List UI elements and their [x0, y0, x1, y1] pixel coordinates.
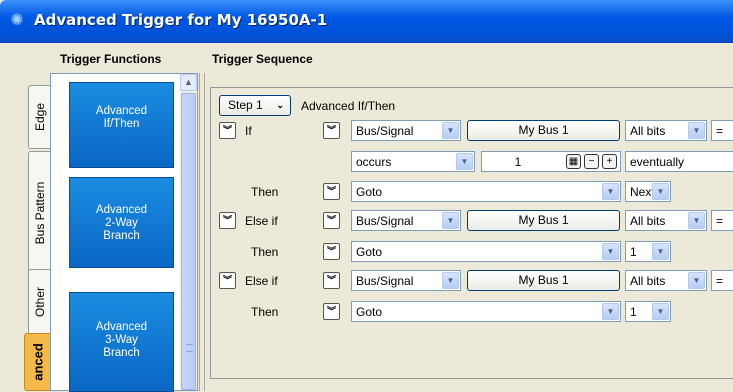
bits-select[interactable]: All bits ▼: [625, 120, 707, 141]
scroll-thumb[interactable]: [181, 93, 196, 390]
source-select[interactable]: Bus/Signal ▼: [351, 270, 461, 291]
function-advanced-3-way-branch[interactable]: Advanced 3-Way Branch: [69, 292, 174, 392]
function-advanced-if-then[interactable]: Advanced If/Then: [69, 82, 174, 168]
tab-label: Edge: [32, 102, 47, 132]
plus-icon[interactable]: +: [602, 154, 617, 169]
then-label: Then: [251, 245, 279, 259]
action-select[interactable]: Goto ▼: [351, 181, 621, 202]
function-label: Branch: [103, 347, 140, 359]
dropdown-arrow-icon: ▼: [688, 212, 705, 229]
double-chevron-down-icon[interactable]: ︾: [323, 212, 340, 229]
double-chevron-down-icon[interactable]: ︾: [323, 183, 340, 200]
tab-edge[interactable]: Edge: [28, 85, 50, 149]
double-chevron-down-icon[interactable]: ︾: [323, 243, 340, 260]
source-select[interactable]: Bus/Signal ▼: [351, 120, 461, 141]
tab-advanced[interactable]: anced: [24, 333, 50, 391]
scroll-up-arrow-icon[interactable]: ▲: [180, 74, 197, 91]
chevron-down-icon: ⌄: [276, 100, 284, 110]
double-chevron-down-icon[interactable]: ︾: [219, 272, 236, 289]
dropdown-arrow-icon: ▼: [652, 303, 669, 320]
action-select[interactable]: Goto ▼: [351, 241, 621, 262]
goto-target-select[interactable]: Next ▼: [625, 181, 671, 202]
action-select[interactable]: Goto ▼: [351, 301, 621, 322]
sparkle-icon: ✺: [10, 12, 24, 29]
goto-target-select[interactable]: 1 ▼: [625, 301, 671, 322]
bits-select[interactable]: All bits ▼: [625, 210, 707, 231]
dropdown-arrow-icon: ▼: [688, 272, 705, 289]
function-label: If/Then: [103, 118, 140, 130]
tab-label: Bus Pattern: [32, 181, 47, 245]
bits-select[interactable]: All bits ▼: [625, 270, 707, 291]
source-select[interactable]: Bus/Signal ▼: [351, 210, 461, 231]
dropdown-arrow-icon: ▼: [456, 153, 473, 170]
dropdown-arrow-icon: ▼: [442, 272, 459, 289]
condition-label: If: [245, 124, 252, 138]
bus-select-button[interactable]: My Bus 1: [467, 120, 620, 141]
dropdown-arrow-icon: ▼: [652, 243, 669, 260]
double-chevron-down-icon[interactable]: ︾: [323, 272, 340, 289]
double-chevron-down-icon[interactable]: ︾: [219, 212, 236, 229]
calculator-icon[interactable]: ▦: [566, 154, 581, 169]
double-chevron-down-icon[interactable]: ︾: [219, 122, 236, 139]
dropdown-arrow-icon: ▼: [442, 212, 459, 229]
condition-label: Else if: [245, 214, 278, 228]
dropdown-arrow-icon: ▼: [602, 183, 619, 200]
double-chevron-down-icon[interactable]: ︾: [323, 122, 340, 139]
occurs-mode-select[interactable]: occurs ▼: [351, 151, 475, 172]
then-label: Then: [251, 305, 279, 319]
trigger-functions-heading: Trigger Functions: [60, 52, 162, 66]
tab-other[interactable]: Other: [28, 269, 50, 335]
then-label: Then: [251, 185, 279, 199]
operator-select[interactable]: =: [711, 120, 733, 141]
minus-icon[interactable]: −: [584, 154, 599, 169]
dropdown-arrow-icon: ▼: [442, 122, 459, 139]
operator-select[interactable]: =: [711, 210, 733, 231]
window-titlebar[interactable]: ✺ Advanced Trigger for My 16950A-1: [0, 0, 733, 43]
dropdown-arrow-icon: ▼: [652, 183, 669, 200]
operator-select[interactable]: =: [711, 270, 733, 291]
step-label: Step 1: [228, 98, 263, 112]
trigger-sequence-panel: Step 1 ⌄ Advanced If/Then ︾ If ︾ Bus/Sig…: [206, 73, 733, 391]
bus-select-button[interactable]: My Bus 1: [467, 210, 620, 231]
function-category-tabs: Edge Bus Pattern Other anced: [0, 73, 50, 391]
dropdown-arrow-icon: ▼: [602, 303, 619, 320]
sequence-frame: Step 1 ⌄ Advanced If/Then ︾ If ︾ Bus/Sig…: [210, 87, 733, 379]
trigger-sequence-heading: Trigger Sequence: [212, 52, 313, 66]
function-label: 2-Way: [105, 217, 138, 229]
step-title: Advanced If/Then: [301, 99, 396, 113]
tab-label: Other: [32, 286, 47, 318]
goto-target-select[interactable]: 1 ▼: [625, 241, 671, 262]
functions-scrollbar[interactable]: ▲: [180, 74, 197, 390]
trigger-functions-list: Advanced If/Then Advanced 2-Way Branch A…: [50, 73, 198, 392]
panel-splitter[interactable]: [199, 73, 205, 391]
dropdown-arrow-icon: ▼: [602, 243, 619, 260]
occurrence-count-field[interactable]: 1 ▦ − +: [481, 151, 621, 172]
bus-select-button[interactable]: My Bus 1: [467, 270, 620, 291]
function-advanced-2-way-branch[interactable]: Advanced 2-Way Branch: [69, 177, 174, 268]
function-label: Advanced: [95, 204, 148, 216]
dropdown-arrow-icon: ▼: [688, 122, 705, 139]
occurs-when-select[interactable]: eventually: [625, 151, 733, 172]
function-label: 3-Way: [105, 334, 138, 346]
window-title: Advanced Trigger for My 16950A-1: [34, 11, 328, 29]
tab-bus-pattern[interactable]: Bus Pattern: [28, 151, 50, 275]
function-label: Advanced: [95, 321, 148, 333]
function-label: Advanced: [95, 105, 148, 117]
function-label: Branch: [103, 230, 140, 242]
step-selector[interactable]: Step 1 ⌄: [219, 95, 291, 116]
double-chevron-down-icon[interactable]: ︾: [323, 303, 340, 320]
condition-label: Else if: [245, 274, 278, 288]
tab-label: anced: [30, 343, 45, 381]
